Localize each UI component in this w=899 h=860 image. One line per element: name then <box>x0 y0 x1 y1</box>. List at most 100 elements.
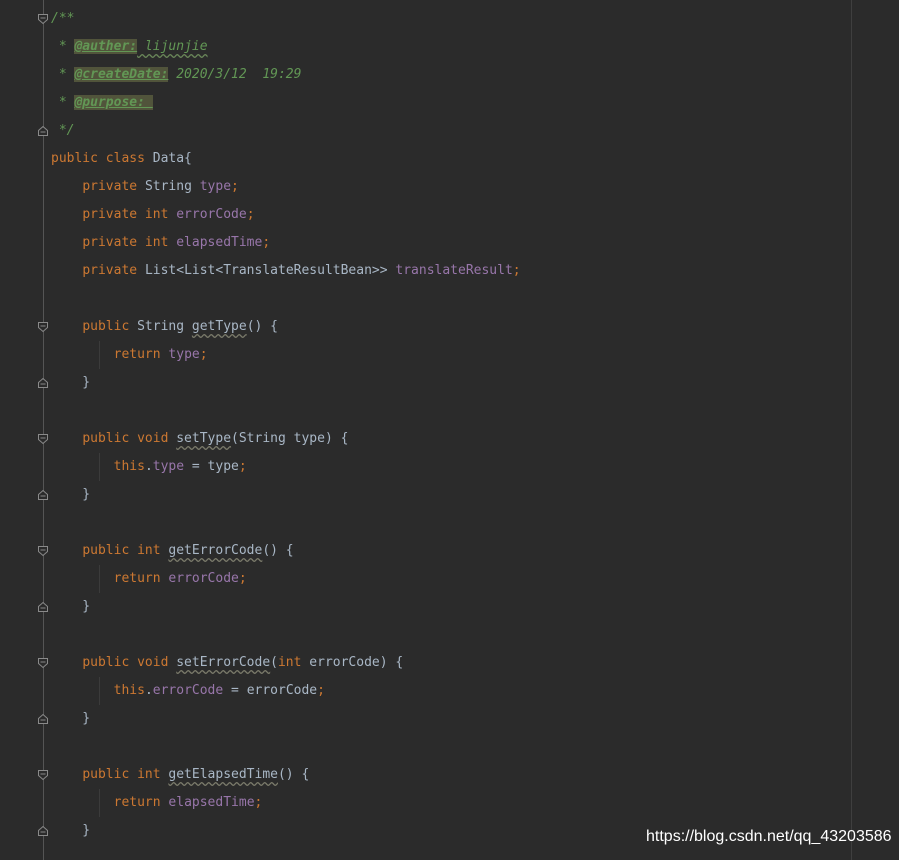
fold-open-icon[interactable] <box>37 321 49 333</box>
watermark-text: https://blog.csdn.net/qq_43203586 <box>646 828 892 845</box>
code-token: ; <box>231 179 239 194</box>
code-token: () { <box>277 767 310 782</box>
code-token: 2020/3/12 19:29 <box>168 67 302 82</box>
code-token: errorCode <box>176 207 247 222</box>
code-token: private <box>82 179 145 194</box>
code-token: ; <box>238 459 247 474</box>
code-line[interactable]: * @purpose: <box>51 89 153 117</box>
fold-open-icon[interactable] <box>37 769 49 781</box>
code-line[interactable]: return elapsedTime; <box>51 789 263 817</box>
code-token: errorCode <box>168 571 239 586</box>
fold-close-icon[interactable] <box>37 713 49 725</box>
code-line[interactable]: } <box>51 817 90 845</box>
code-token: () { <box>262 543 294 558</box>
code-line[interactable]: private String type; <box>51 173 239 201</box>
code-line[interactable]: return errorCode; <box>51 565 247 593</box>
code-token: ; <box>199 347 208 362</box>
code-token: type <box>199 179 232 194</box>
code-token: . <box>144 683 153 698</box>
code-token: type <box>152 459 185 474</box>
code-token: errorCode) { <box>309 655 404 670</box>
code-token: elapsedTime <box>176 235 263 250</box>
indent-guide <box>99 789 100 817</box>
code-token: elapsedTime <box>168 795 255 810</box>
code-line[interactable]: public class Data{ <box>51 145 192 173</box>
code-token: } <box>51 599 91 614</box>
code-token: . <box>144 459 153 474</box>
code-token: lijunjie <box>137 39 208 54</box>
code-line[interactable]: this.type = type; <box>51 453 247 481</box>
code-token: = errorCode <box>223 683 318 698</box>
code-token: translateResult <box>395 263 513 278</box>
fold-open-icon[interactable] <box>37 545 49 557</box>
code-token: public int <box>82 543 169 558</box>
code-line[interactable]: private List<List<TranslateResultBean>> … <box>51 257 521 285</box>
indent-guide <box>99 453 100 481</box>
code-line[interactable]: public int getErrorCode() { <box>51 537 294 565</box>
code-token: /** <box>51 11 75 26</box>
code-token: ( <box>270 655 278 670</box>
code-token: private <box>82 263 145 278</box>
code-token: setType <box>176 431 232 446</box>
code-token: ; <box>262 235 271 250</box>
code-token: = type <box>184 459 239 474</box>
code-token: getErrorCode <box>168 543 263 558</box>
code-line[interactable]: public String getType() { <box>51 313 278 341</box>
code-line[interactable]: this.errorCode = errorCode; <box>51 677 325 705</box>
fold-open-icon[interactable] <box>37 13 49 25</box>
code-line[interactable]: } <box>51 369 90 397</box>
code-line[interactable]: private int elapsedTime; <box>51 229 270 257</box>
fold-close-icon[interactable] <box>37 377 49 389</box>
code-line[interactable]: } <box>51 593 90 621</box>
code-line[interactable]: * @auther: lijunjie <box>51 33 208 61</box>
code-token: setErrorCode <box>176 655 271 670</box>
indent-guide <box>99 677 100 705</box>
code-token: this <box>113 459 145 474</box>
fold-close-icon[interactable] <box>37 825 49 837</box>
code-line[interactable]: return type; <box>51 341 208 369</box>
code-line[interactable]: private int errorCode; <box>51 201 255 229</box>
code-token: public int <box>82 767 169 782</box>
code-line[interactable]: * @createDate: 2020/3/12 19:29 <box>51 61 301 89</box>
code-token: private int <box>82 207 177 222</box>
code-token: public <box>82 319 138 334</box>
code-token: this <box>113 683 145 698</box>
code-token: } <box>51 711 91 726</box>
code-line[interactable]: public void setType(String type) { <box>51 425 348 453</box>
fold-close-icon[interactable] <box>37 601 49 613</box>
code-token: public void <box>82 431 177 446</box>
code-line[interactable]: } <box>51 705 90 733</box>
code-line[interactable]: public int getElapsedTime() { <box>51 761 309 789</box>
code-token: ; <box>317 683 325 698</box>
code-token: ; <box>246 207 255 222</box>
code-token: return <box>113 347 169 362</box>
code-token: getElapsedTime <box>168 767 278 782</box>
code-token: ; <box>512 263 521 278</box>
code-line[interactable]: */ <box>51 117 75 145</box>
code-token: type <box>168 347 200 362</box>
code-line[interactable]: public void setErrorCode(int errorCode) … <box>51 649 403 677</box>
fold-open-icon[interactable] <box>37 433 49 445</box>
code-token: } <box>51 375 91 390</box>
code-token: Data{ <box>152 151 192 166</box>
fold-open-icon[interactable] <box>37 657 49 669</box>
indent-guide <box>99 565 100 593</box>
code-line[interactable]: /** <box>51 5 74 33</box>
code-token: () { <box>246 319 279 334</box>
code-line[interactable]: } <box>51 481 90 509</box>
code-token: String <box>144 179 200 194</box>
code-token: public void <box>82 655 177 670</box>
code-token: return <box>113 795 169 810</box>
fold-close-icon[interactable] <box>37 489 49 501</box>
code-token: */ <box>51 123 75 138</box>
fold-close-icon[interactable] <box>37 125 49 137</box>
